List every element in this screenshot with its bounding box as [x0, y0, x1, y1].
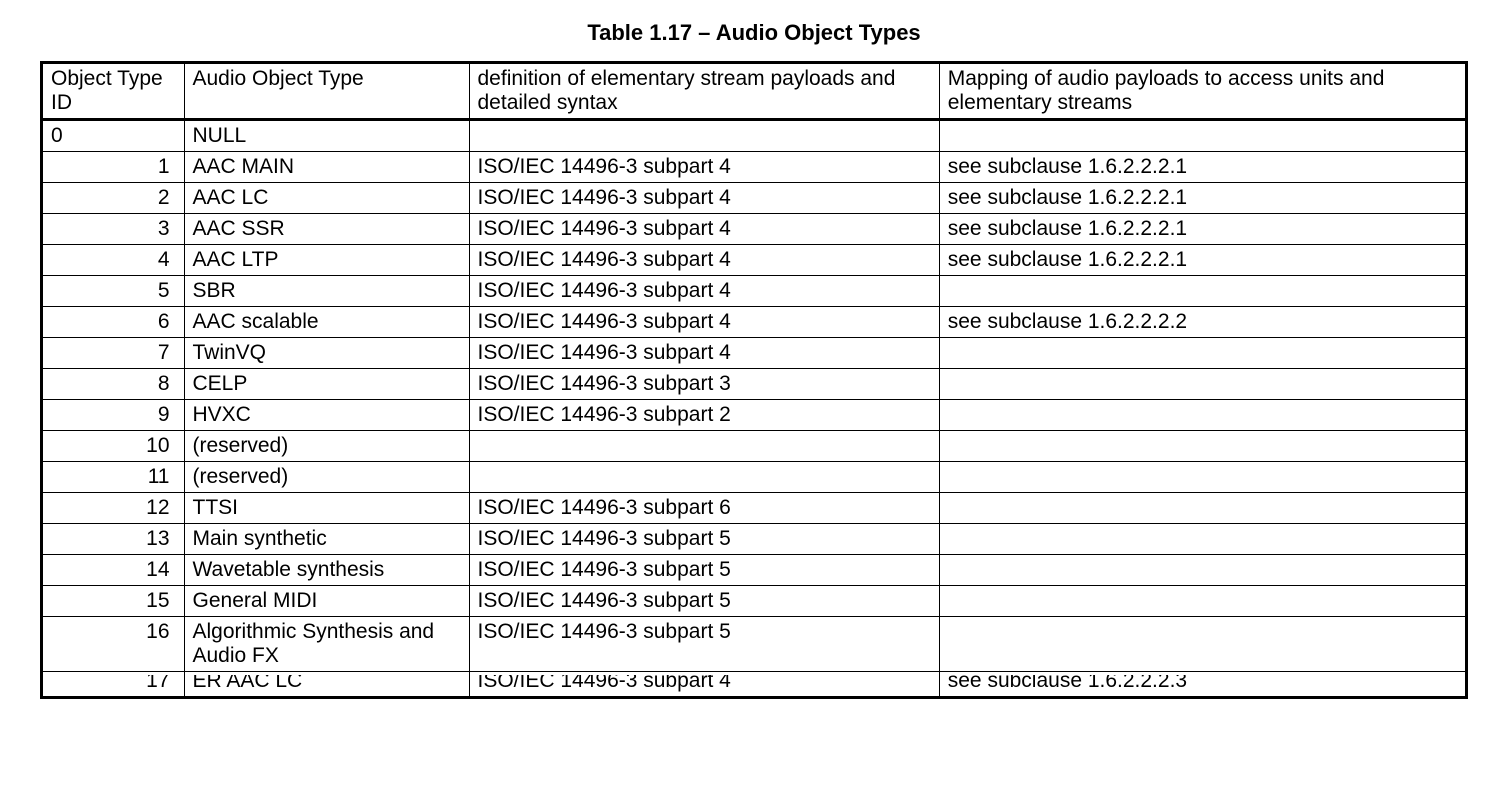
cell-object-type-id: 3: [42, 214, 185, 245]
cell-audio-object-type: SBR: [184, 276, 469, 307]
cell-audio-object-type: Wavetable synthesis: [184, 555, 469, 586]
cell-mapping: [939, 462, 1466, 493]
cell-mapping: [939, 120, 1466, 152]
cell-mapping: see subclause 1.6.2.2.2.3: [939, 672, 1466, 698]
cell-object-type-id: 6: [42, 307, 185, 338]
cell-object-type-id: 12: [42, 493, 185, 524]
cell-definition: ISO/IEC 14496-3 subpart 4: [469, 183, 939, 214]
cell-definition: ISO/IEC 14496-3 subpart 4: [469, 214, 939, 245]
table-row: 11(reserved): [42, 462, 1467, 493]
cell-mapping: [939, 617, 1466, 672]
cell-mapping: [939, 400, 1466, 431]
col-header-definition: definition of elementary stream payloads…: [469, 63, 939, 120]
cell-audio-object-type: TTSI: [184, 493, 469, 524]
table-row: 3AAC SSRISO/IEC 14496-3 subpart 4see sub…: [42, 214, 1467, 245]
cell-mapping: [939, 493, 1466, 524]
cell-object-type-id: 13: [42, 524, 185, 555]
cell-mapping: [939, 555, 1466, 586]
table-row: 9HVXCISO/IEC 14496-3 subpart 2: [42, 400, 1467, 431]
cell-audio-object-type: NULL: [184, 120, 469, 152]
cell-object-type-id: 7: [42, 338, 185, 369]
cell-mapping: see subclause 1.6.2.2.2.1: [939, 183, 1466, 214]
cell-audio-object-type: Main synthetic: [184, 524, 469, 555]
cell-audio-object-type: AAC MAIN: [184, 152, 469, 183]
col-header-audio-object-type: Audio Object Type: [184, 63, 469, 120]
table-row: 17ER AAC LCISO/IEC 14496-3 subpart 4see …: [42, 672, 1467, 698]
cell-object-type-id: 2: [42, 183, 185, 214]
cell-object-type-id: 15: [42, 586, 185, 617]
cell-audio-object-type: (reserved): [184, 431, 469, 462]
cell-object-type-id: 14: [42, 555, 185, 586]
table-header-row: Object Type ID Audio Object Type definit…: [42, 63, 1467, 120]
table-row: 4AAC LTPISO/IEC 14496-3 subpart 4see sub…: [42, 245, 1467, 276]
cell-definition: [469, 462, 939, 493]
cell-definition: ISO/IEC 14496-3 subpart 4: [469, 245, 939, 276]
cell-definition: [469, 431, 939, 462]
cell-audio-object-type: CELP: [184, 369, 469, 400]
cell-audio-object-type: AAC LC: [184, 183, 469, 214]
cell-audio-object-type: (reserved): [184, 462, 469, 493]
cell-definition: ISO/IEC 14496-3 subpart 3: [469, 369, 939, 400]
cell-object-type-id: 0: [42, 120, 185, 152]
audio-object-types-table: Object Type ID Audio Object Type definit…: [40, 61, 1468, 699]
cell-audio-object-type: AAC SSR: [184, 214, 469, 245]
cell-object-type-id: 5: [42, 276, 185, 307]
cell-object-type-id: 10: [42, 431, 185, 462]
cell-definition: ISO/IEC 14496-3 subpart 4: [469, 307, 939, 338]
table-body: 0NULL1AAC MAINISO/IEC 14496-3 subpart 4s…: [42, 120, 1467, 698]
cell-definition: ISO/IEC 14496-3 subpart 6: [469, 493, 939, 524]
cell-audio-object-type: AAC scalable: [184, 307, 469, 338]
cell-definition: ISO/IEC 14496-3 subpart 4: [469, 672, 939, 698]
cell-definition: ISO/IEC 14496-3 subpart 4: [469, 152, 939, 183]
table-row: 7TwinVQISO/IEC 14496-3 subpart 4: [42, 338, 1467, 369]
cell-definition: ISO/IEC 14496-3 subpart 4: [469, 338, 939, 369]
cell-object-type-id: 16: [42, 617, 185, 672]
table-row: 10(reserved): [42, 431, 1467, 462]
table-row: 16Algorithmic Synthesis and Audio FXISO/…: [42, 617, 1467, 672]
col-header-object-type-id: Object Type ID: [42, 63, 185, 120]
cell-mapping: see subclause 1.6.2.2.2.1: [939, 152, 1466, 183]
table-row: 0NULL: [42, 120, 1467, 152]
cell-definition: ISO/IEC 14496-3 subpart 5: [469, 617, 939, 672]
table-title: Table 1.17 – Audio Object Types: [40, 20, 1468, 46]
cell-object-type-id: 1: [42, 152, 185, 183]
cell-audio-object-type: HVXC: [184, 400, 469, 431]
cell-object-type-id: 9: [42, 400, 185, 431]
cell-definition: [469, 120, 939, 152]
cell-audio-object-type: Algorithmic Synthesis and Audio FX: [184, 617, 469, 672]
table-row: 8CELPISO/IEC 14496-3 subpart 3: [42, 369, 1467, 400]
cell-mapping: [939, 369, 1466, 400]
cell-mapping: [939, 338, 1466, 369]
cell-object-type-id: 8: [42, 369, 185, 400]
cell-mapping: see subclause 1.6.2.2.2.1: [939, 214, 1466, 245]
table-row: 13Main syntheticISO/IEC 14496-3 subpart …: [42, 524, 1467, 555]
table-row: 6AAC scalableISO/IEC 14496-3 subpart 4se…: [42, 307, 1467, 338]
table-row: 15General MIDIISO/IEC 14496-3 subpart 5: [42, 586, 1467, 617]
cell-mapping: [939, 586, 1466, 617]
table-row: 14Wavetable synthesisISO/IEC 14496-3 sub…: [42, 555, 1467, 586]
cell-definition: ISO/IEC 14496-3 subpart 5: [469, 555, 939, 586]
table-row: 12TTSIISO/IEC 14496-3 subpart 6: [42, 493, 1467, 524]
cell-definition: ISO/IEC 14496-3 subpart 5: [469, 524, 939, 555]
cell-definition: ISO/IEC 14496-3 subpart 5: [469, 586, 939, 617]
cell-audio-object-type: TwinVQ: [184, 338, 469, 369]
col-header-mapping: Mapping of audio payloads to access unit…: [939, 63, 1466, 120]
cell-object-type-id: 4: [42, 245, 185, 276]
cell-definition: ISO/IEC 14496-3 subpart 2: [469, 400, 939, 431]
table-row: 2AAC LCISO/IEC 14496-3 subpart 4see subc…: [42, 183, 1467, 214]
cell-mapping: [939, 431, 1466, 462]
table-row: 1AAC MAINISO/IEC 14496-3 subpart 4see su…: [42, 152, 1467, 183]
cell-object-type-id: 17: [42, 672, 185, 698]
cell-object-type-id: 11: [42, 462, 185, 493]
cell-definition: ISO/IEC 14496-3 subpart 4: [469, 276, 939, 307]
cell-mapping: [939, 276, 1466, 307]
cell-audio-object-type: General MIDI: [184, 586, 469, 617]
table-row: 5SBRISO/IEC 14496-3 subpart 4: [42, 276, 1467, 307]
cell-audio-object-type: ER AAC LC: [184, 672, 469, 698]
cell-audio-object-type: AAC LTP: [184, 245, 469, 276]
cell-mapping: see subclause 1.6.2.2.2.1: [939, 245, 1466, 276]
cell-mapping: [939, 524, 1466, 555]
cell-mapping: see subclause 1.6.2.2.2.2: [939, 307, 1466, 338]
